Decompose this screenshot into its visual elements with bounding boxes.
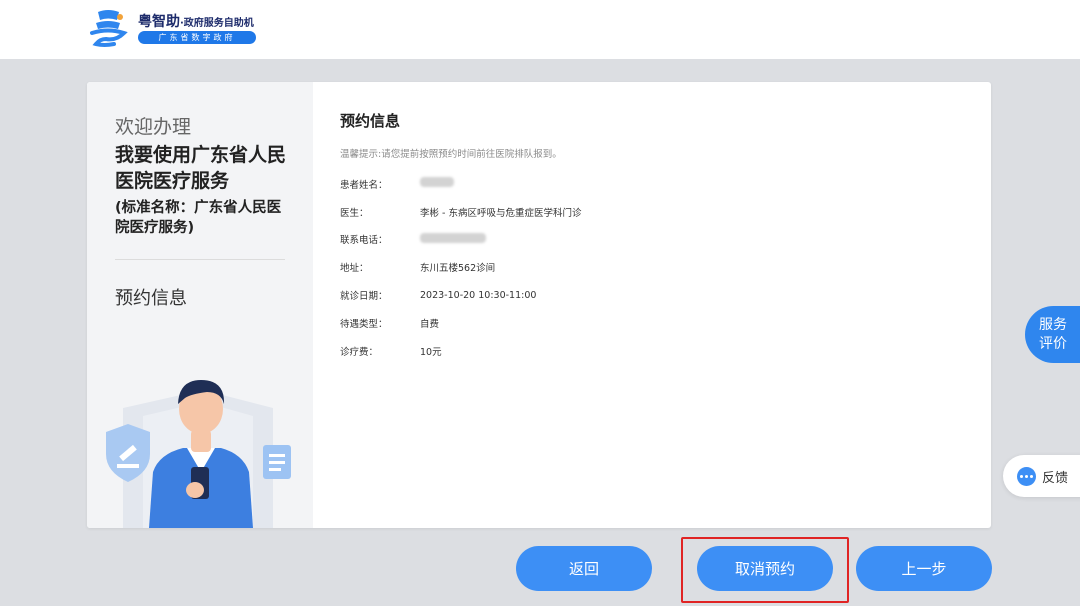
- field-value: 2023-10-20 10:30-11:00: [420, 289, 537, 301]
- field-value: 自费: [420, 318, 440, 330]
- previous-step-button[interactable]: 上一步: [856, 546, 992, 591]
- field-visit-date: 就诊日期： 2023-10-20 10:30-11:00: [340, 281, 960, 309]
- field-value: [420, 232, 960, 246]
- field-label: 诊疗费：: [340, 346, 379, 358]
- brand-name: 粤智助·政府服务自助机: [138, 14, 254, 30]
- field-value: 东川五楼562诊间: [420, 263, 496, 275]
- field-doctor: 医生： 李彬 - 东病区呼吸与危重症医学科门诊: [340, 198, 960, 226]
- field-label: 就诊日期：: [340, 291, 388, 303]
- standard-name: (标准名称：广东省人民医院医疗服务): [115, 200, 282, 236]
- service-title: 我要使用广东省人民医院医疗服务: [115, 144, 287, 192]
- field-label: 医生：: [340, 207, 369, 219]
- main-card: 欢迎办理 我要使用广东省人民医院医疗服务 (标准名称：广东省人民医院医疗服务) …: [87, 82, 991, 528]
- brand-subtitle: ·政府服务自助机: [180, 18, 254, 29]
- field-label: 患者姓名：: [340, 179, 388, 191]
- blurred-value: [420, 177, 454, 188]
- current-step-label: 预约信息: [115, 288, 187, 309]
- field-phone: 联系电话：: [340, 226, 960, 254]
- field-label: 待遇类型：: [340, 318, 388, 330]
- appointment-info: 预约信息 温馨提示:请您提前按照预约时间前往医院排队报到。 患者姓名： 医生： …: [340, 110, 960, 365]
- yue-logo-icon: [90, 10, 128, 47]
- section-title: 预约信息: [340, 112, 401, 130]
- field-address: 地址： 东川五楼562诊间: [340, 253, 960, 281]
- document-icon: [263, 445, 291, 479]
- feedback-button[interactable]: 反馈: [1003, 455, 1080, 497]
- left-panel: 欢迎办理 我要使用广东省人民医院医疗服务 (标准名称：广东省人民医院医疗服务) …: [87, 82, 313, 528]
- divider: [115, 259, 285, 260]
- top-bar: 粤智助·政府服务自助机 广东省数字政府: [0, 0, 1080, 59]
- service-evaluation-button[interactable]: 服务 评价: [1025, 306, 1080, 363]
- back-button[interactable]: 返回: [516, 546, 652, 591]
- field-label: 地址：: [340, 263, 369, 275]
- field-value: 李彬 - 东病区呼吸与危重症医学科门诊: [420, 207, 582, 219]
- person-illustration: [106, 380, 291, 528]
- eval-line-2: 评价: [1039, 336, 1067, 352]
- chat-bubble-icon: [1017, 466, 1036, 486]
- field-value: 10元: [420, 346, 442, 358]
- cancel-appointment-button[interactable]: 取消预约: [697, 546, 833, 591]
- field-fee: 诊疗费： 10元: [340, 337, 960, 365]
- brand-org-pill: 广东省数字政府: [138, 31, 256, 44]
- hint-text: 温馨提示:请您提前按照预约时间前往医院排队报到。: [340, 149, 562, 160]
- field-patient-name: 患者姓名：: [340, 170, 960, 198]
- blurred-value: [420, 232, 486, 243]
- eval-line-1: 服务: [1039, 317, 1067, 333]
- feedback-label: 反馈: [1042, 470, 1069, 486]
- field-label: 联系电话：: [340, 235, 388, 247]
- welcome-text: 欢迎办理: [115, 116, 192, 138]
- field-treatment-type: 待遇类型： 自费: [340, 309, 960, 337]
- field-value: [420, 177, 960, 190]
